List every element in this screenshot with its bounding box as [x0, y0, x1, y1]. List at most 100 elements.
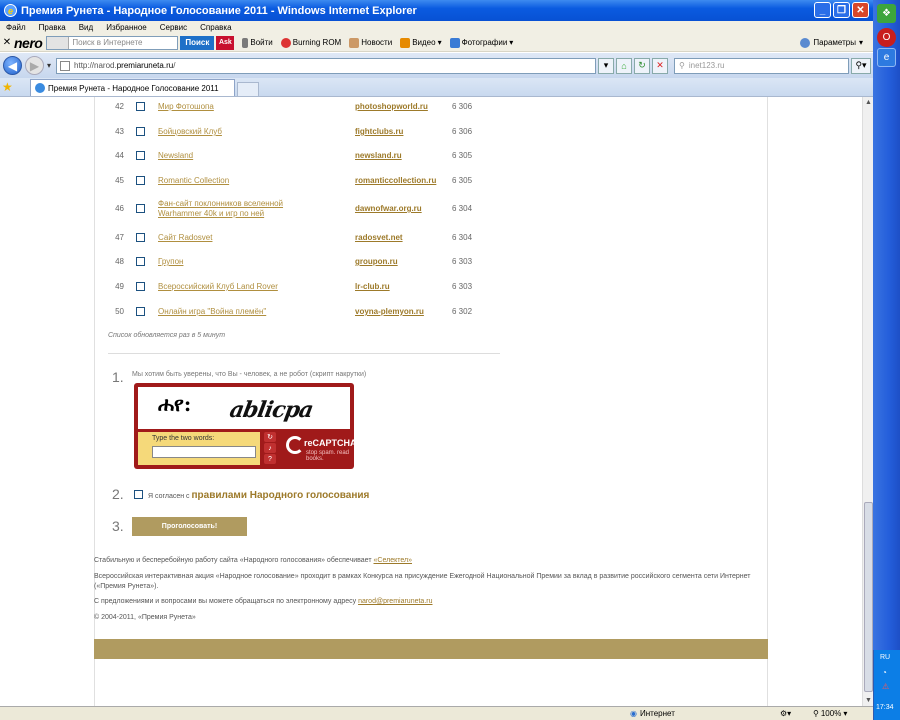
favorites-star-icon[interactable]: ★ [2, 80, 18, 94]
item-name-link[interactable]: Бойцовский Клуб [158, 127, 308, 137]
tab-active[interactable]: Премия Рунета - Народное Голосование 201… [30, 79, 235, 96]
minimize-button[interactable]: _ [814, 2, 831, 18]
item-site-link[interactable]: radosvet.net [355, 233, 403, 242]
burning-rom-item[interactable]: Burning ROM [280, 37, 341, 48]
security-zone[interactable]: ◉ Интернет [630, 709, 675, 718]
search-input[interactable]: ⚲ inet123.ru [674, 57, 850, 74]
new-tab-button[interactable] [237, 82, 259, 96]
login-label: Войти [250, 38, 273, 47]
item-site-link[interactable]: romanticcollection.ru [355, 176, 436, 185]
stop-icon[interactable]: ✕ [652, 57, 669, 74]
menu-file[interactable]: Файл [6, 23, 26, 32]
search-engine-dropdown[interactable] [47, 36, 70, 49]
step-1-number: 1. [112, 369, 124, 385]
item-site-link[interactable]: voyna-plemyon.ru [355, 307, 424, 316]
item-name-link[interactable]: Newsland [158, 151, 308, 161]
item-site-link[interactable]: photoshopworld.ru [355, 102, 428, 111]
close-toolbar-icon[interactable]: ✕ [0, 37, 14, 48]
search-go-icon[interactable]: ⚲▾ [851, 57, 872, 74]
vote-checkbox[interactable] [136, 204, 145, 213]
url-input[interactable]: http://narod. premiaruneta.ru / [56, 57, 597, 74]
history-dropdown-icon[interactable]: ▾ [47, 61, 51, 70]
zoom-control[interactable]: ⚲ 100% ▾ [813, 709, 847, 718]
menu-tools[interactable]: Сервис [160, 23, 187, 32]
step-2-number: 2. [112, 486, 124, 502]
item-site-link[interactable]: dawnofwar.org.ru [355, 204, 422, 213]
item-site-link[interactable]: lr-club.ru [355, 282, 390, 291]
vote-checkbox[interactable] [136, 257, 145, 266]
item-site-link[interactable]: groupon.ru [355, 257, 398, 266]
item-name-link[interactable]: Фан-сайт поклонников вселенной Warhammer… [158, 199, 308, 219]
compat-view-icon[interactable]: ⌂ [616, 57, 633, 74]
refresh-icon[interactable]: ↻ [634, 57, 651, 74]
captcha-audio-icon[interactable]: ♪ [264, 443, 276, 453]
language-indicator[interactable]: RU [880, 654, 890, 661]
status-bar: ◉ Интернет ⚙▾ ⚲ 100% ▾ [0, 706, 873, 720]
chevron-down-icon: ▾ [843, 709, 848, 718]
clock[interactable]: 17:34 [876, 704, 894, 711]
maximize-button[interactable]: ❐ [833, 2, 850, 18]
ie-icon: e [4, 4, 17, 17]
vertical-scrollbar[interactable]: ▲ ▼ [862, 97, 873, 706]
item-site-link[interactable]: fightclubs.ru [355, 127, 403, 136]
nero-search-button[interactable]: Поиск [180, 35, 215, 50]
item-name-link[interactable]: Групон [158, 257, 308, 267]
tab-ie-icon [35, 83, 45, 93]
volume-icon[interactable]: ◔ [882, 668, 887, 677]
item-votes: 6 302 [452, 307, 473, 316]
burn-icon [280, 37, 291, 48]
recaptcha-logo: reCAPTCHA™ stop spam. read books. [284, 433, 366, 465]
photos-item[interactable]: Фотографии ▾ [449, 37, 513, 48]
vote-checkbox[interactable] [136, 127, 145, 136]
item-name-link[interactable]: Romantic Collection [158, 176, 308, 186]
login-item[interactable]: Войти [242, 37, 273, 48]
captcha-reload-icon[interactable]: ↻ [264, 432, 276, 442]
opera-icon[interactable]: O [877, 28, 896, 47]
news-item[interactable]: Новости [349, 37, 392, 48]
agree-checkbox[interactable] [134, 490, 143, 499]
page-icon [60, 60, 71, 71]
url-dropdown-icon[interactable]: ▾ [598, 57, 615, 74]
item-site-link[interactable]: newsland.ru [355, 151, 402, 160]
close-button[interactable]: ✕ [852, 2, 869, 18]
item-number: 44 [115, 151, 124, 160]
ie-taskbar-icon[interactable]: e [877, 48, 896, 67]
ask-button[interactable]: Ask [216, 35, 235, 50]
email-link[interactable]: narod@premiaruneta.ru [358, 598, 432, 605]
menu-help[interactable]: Справка [200, 23, 231, 32]
gear-icon [800, 37, 811, 48]
vote-checkbox[interactable] [136, 102, 145, 111]
selectel-link[interactable]: «Селектел» [374, 557, 413, 564]
search-icon: ⚲ [679, 61, 685, 70]
menu-favorites[interactable]: Избранное [106, 23, 147, 32]
vote-checkbox[interactable] [136, 151, 145, 160]
menu-edit[interactable]: Правка [39, 23, 66, 32]
start-button-icon[interactable]: ❖ [877, 4, 896, 23]
vote-checkbox[interactable] [136, 307, 145, 316]
network-icon[interactable]: ⚠ [882, 682, 889, 691]
item-name-link[interactable]: Всероссийский Клуб Land Rover [158, 282, 308, 292]
forward-button[interactable]: ▶ [25, 56, 44, 75]
captcha-input[interactable] [152, 446, 256, 458]
item-name-link[interactable]: Онлайн игра "Война племён" [158, 307, 308, 317]
params-label: Параметры [813, 38, 856, 47]
item-number: 48 [115, 257, 124, 266]
item-name-link[interactable]: Мир Фотошопа [158, 102, 308, 112]
protected-mode-icon[interactable]: ⚙▾ [780, 709, 791, 718]
chevron-down-icon: ▾ [858, 38, 863, 47]
scroll-thumb[interactable] [864, 502, 873, 692]
vote-button[interactable]: Проголосовать! [132, 517, 247, 536]
vote-checkbox[interactable] [136, 282, 145, 291]
captcha-help-icon[interactable]: ? [264, 454, 276, 464]
step-1-text: Мы хотим быть уверены, что Вы - человек,… [132, 371, 367, 378]
vote-checkbox[interactable] [136, 176, 145, 185]
nero-search-input[interactable]: Поиск в Интернете [46, 35, 179, 50]
params-button[interactable]: Параметры ▾ [800, 37, 863, 48]
rules-link[interactable]: правилами Народного голосования [192, 490, 370, 501]
item-name-link[interactable]: Сайт Radosvet [158, 233, 308, 243]
video-item[interactable]: Видео ▾ [400, 37, 442, 48]
vote-checkbox[interactable] [136, 233, 145, 242]
back-button[interactable]: ◀ [3, 56, 22, 75]
item-number: 46 [115, 204, 124, 213]
menu-view[interactable]: Вид [79, 23, 93, 32]
